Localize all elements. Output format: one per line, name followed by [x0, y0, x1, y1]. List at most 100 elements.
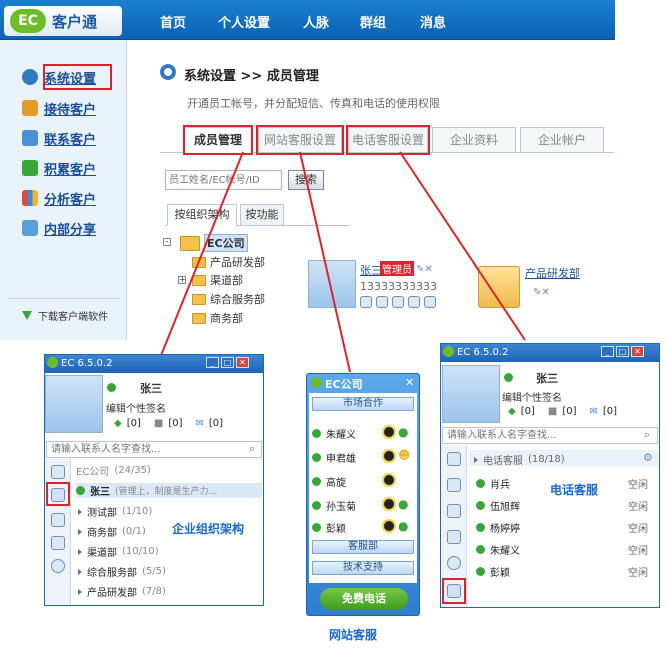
expand-arrow-icon [78, 508, 82, 515]
sms-icon[interactable]: ◆ [114, 418, 122, 429]
expand-arrow-icon [78, 528, 82, 535]
list-item-dept[interactable]: 测试部 (1/10) [78, 504, 152, 519]
list-item-agent[interactable]: 伍旭辉 [476, 498, 520, 513]
contact-search-input[interactable] [46, 441, 262, 458]
sms-icon[interactable]: ◆ [508, 406, 516, 417]
online-status-icon [476, 479, 485, 488]
online-status-icon [312, 501, 321, 510]
recent-icon[interactable] [447, 530, 461, 544]
online-status-icon [312, 523, 321, 532]
caption-web-service: 网站客服 [329, 628, 378, 642]
qq-icon[interactable] [382, 425, 396, 439]
user-name: 张三 [536, 372, 558, 385]
list-item-dept[interactable]: 渠道部 (10/10) [78, 544, 159, 559]
minimize-button[interactable]: _ [206, 357, 219, 368]
group-header[interactable]: EC公司 (24/35) [76, 463, 151, 478]
fax-icon[interactable]: ■ [548, 406, 557, 417]
online-status-icon [476, 567, 485, 576]
qq-icon[interactable] [382, 519, 396, 533]
expand-arrow-icon [474, 456, 478, 463]
smiley-icon[interactable]: ☻ [398, 448, 411, 462]
chat-icon[interactable] [447, 556, 461, 570]
list-item-dept[interactable]: 商务部 (0/1) [78, 524, 146, 539]
window-left-toolbar [45, 459, 71, 605]
ec-logo-icon [311, 377, 322, 388]
free-call-button[interactable]: 免费电话 [320, 588, 408, 610]
list-item-agent[interactable]: 高旋 [312, 474, 346, 489]
message-counts: ◆ [0] ■ [0] ✉ [0] [508, 406, 618, 417]
ec-logo-icon [47, 357, 58, 368]
list-item-agent[interactable]: 朱耀义 [312, 426, 356, 441]
online-status-icon [76, 486, 85, 495]
ec-logo-icon [443, 346, 454, 357]
contact-search-input[interactable] [442, 427, 658, 444]
close-button[interactable]: ✕ [236, 357, 249, 368]
minimize-button[interactable]: _ [601, 346, 614, 357]
mail-icon[interactable]: ✉ [590, 406, 598, 417]
list-item-agent[interactable]: 孙玉菊 [312, 498, 356, 513]
agent-status: 空闲 [628, 524, 648, 535]
person-icon[interactable]: ● [398, 497, 408, 511]
group-icon[interactable] [51, 513, 65, 527]
group-tech-support[interactable]: 技术支持 [312, 561, 414, 575]
agent-status: 空闲 [628, 502, 648, 513]
list-item-agent[interactable]: 彭颖 [476, 564, 510, 579]
org-structure-icon[interactable] [447, 478, 461, 492]
list-item-agent[interactable]: 杨婷婷 [476, 520, 520, 535]
signature-field[interactable]: 编辑个性签名 [502, 389, 562, 404]
widget-title: EC公司 [325, 378, 363, 391]
search-icon[interactable]: ⌕ [644, 428, 650, 442]
online-status-icon[interactable] [107, 383, 116, 392]
avatar[interactable] [45, 375, 103, 433]
group-header[interactable]: 电话客服 (18/18) [474, 452, 565, 467]
fax-icon[interactable]: ■ [154, 418, 163, 429]
expand-arrow-icon [78, 588, 82, 595]
avatar[interactable] [442, 365, 500, 423]
list-item-agent[interactable]: 朱耀义 [476, 542, 520, 557]
list-item-dept[interactable]: 综合服务部 (5/5) [78, 564, 166, 579]
online-status-icon [312, 429, 321, 438]
qq-icon[interactable] [382, 473, 396, 487]
group-icon[interactable] [447, 504, 461, 518]
group-service[interactable]: 客服部 [312, 540, 414, 554]
qq-icon[interactable] [382, 497, 396, 511]
list-item-agent[interactable]: 申君雄 [312, 450, 356, 465]
highlight-box [442, 578, 466, 604]
person-icon[interactable]: ● [398, 519, 408, 533]
caption-phone-service: 电话客服 [550, 483, 599, 497]
close-icon[interactable]: ✕ [405, 376, 414, 389]
highlight-box [46, 482, 70, 506]
contacts-icon[interactable] [447, 452, 461, 466]
qq-icon[interactable] [382, 449, 396, 463]
online-status-icon [476, 545, 485, 554]
expand-arrow-icon [78, 568, 82, 575]
list-item-agent[interactable]: 彭颖 [312, 520, 346, 535]
signature-field[interactable]: 编辑个性签名 [106, 400, 166, 415]
online-status-icon [312, 453, 321, 462]
close-button[interactable]: ✕ [631, 346, 644, 357]
agent-status: 空闲 [628, 480, 648, 491]
list-item-self[interactable]: 张三 (管理上，制度是生产力... [76, 483, 262, 498]
online-status-icon [476, 501, 485, 510]
mail-icon[interactable]: ✉ [196, 418, 204, 429]
list-item-agent[interactable]: 肖兵 [476, 476, 510, 491]
online-status-icon [312, 477, 321, 486]
caption-org-structure: 企业组织架构 [172, 522, 245, 536]
group-market[interactable]: 市场合作 [312, 397, 414, 411]
online-status-icon [476, 523, 485, 532]
chat-icon[interactable] [51, 559, 65, 573]
user-name: 张三 [140, 382, 162, 395]
person-icon[interactable]: ● [398, 425, 408, 439]
maximize-button[interactable]: □ [221, 357, 234, 368]
connector-line [159, 151, 244, 359]
contacts-icon[interactable] [51, 465, 65, 479]
list-item-dept[interactable]: 产品研发部 (7/8) [78, 584, 166, 599]
connector-line [299, 151, 351, 373]
online-status-icon[interactable] [504, 373, 513, 382]
recent-icon[interactable] [51, 536, 65, 550]
message-counts: ◆ [0] ■ [0] ✉ [0] [114, 418, 224, 429]
search-icon[interactable]: ⌕ [249, 442, 255, 456]
maximize-button[interactable]: □ [616, 346, 629, 357]
settings-icon[interactable]: ⚙ [643, 451, 653, 464]
agent-status: 空闲 [628, 568, 648, 579]
